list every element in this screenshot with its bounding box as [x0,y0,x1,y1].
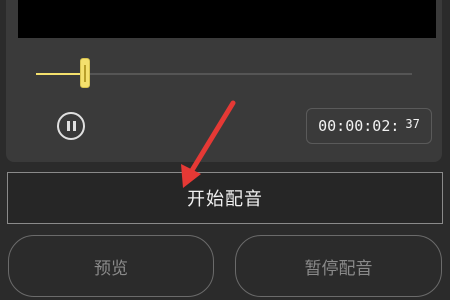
preview-button[interactable]: 预览 [8,235,214,297]
pause-dubbing-button[interactable]: 暂停配音 [235,235,442,297]
pause-dubbing-label: 暂停配音 [304,258,373,279]
progress-slider[interactable] [36,58,412,88]
video-preview [18,0,436,38]
preview-label: 预览 [94,258,128,279]
start-dubbing-label: 开始配音 [187,189,263,210]
time-main: 00:00:02: [318,117,400,135]
time-milliseconds: 37 [405,117,420,131]
dubbing-screen: 00:00:02: 37 开始配音 预览 暂停配音 [0,0,450,300]
progress-slider-fill [36,73,85,75]
start-dubbing-button[interactable]: 开始配音 [7,172,443,224]
pause-icon [67,121,70,131]
pause-button[interactable] [57,112,85,140]
time-display: 00:00:02: 37 [306,108,432,144]
progress-slider-thumb[interactable] [80,58,90,88]
